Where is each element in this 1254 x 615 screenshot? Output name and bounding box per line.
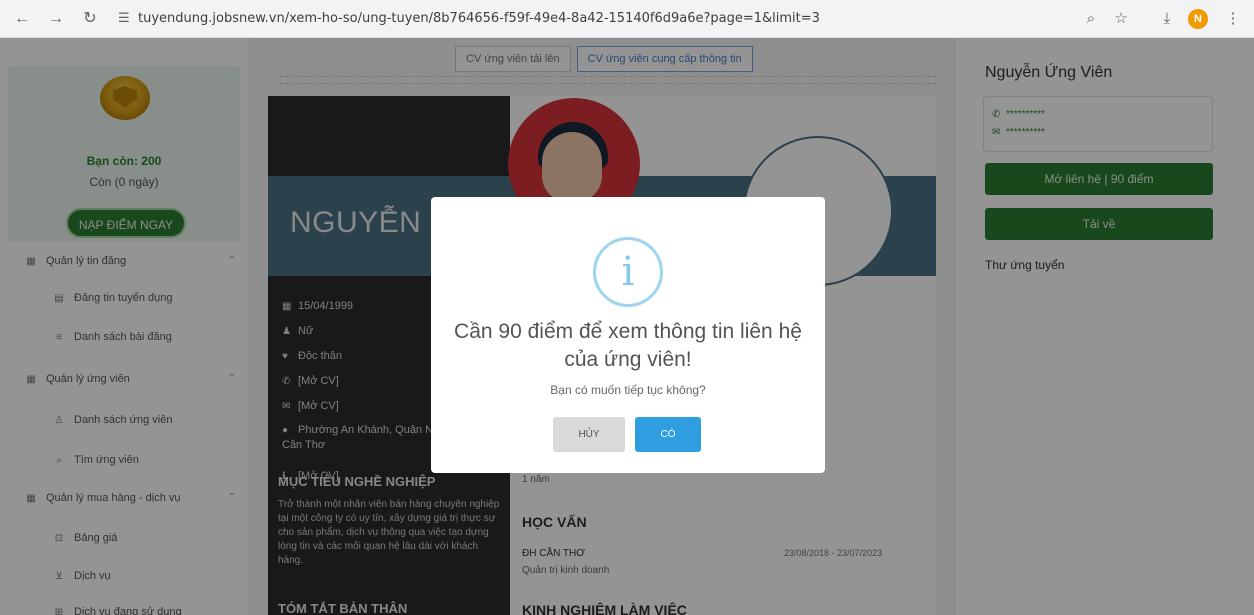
download-icon[interactable]: ⤓	[1156, 9, 1178, 29]
back-arrow-icon[interactable]: ←	[12, 9, 32, 29]
info-icon: i	[593, 237, 663, 307]
site-settings-icon[interactable]: ☰	[118, 6, 132, 32]
reload-icon[interactable]: ↻	[80, 9, 100, 29]
confirm-button[interactable]: CÓ	[635, 417, 701, 452]
url-text: tuyendung.jobsnew.vn/xem-ho-so/ung-tuyen…	[138, 11, 820, 26]
forward-arrow-icon[interactable]: →	[46, 9, 66, 29]
dialog-message: Bạn có muốn tiếp tục không?	[550, 383, 706, 397]
bookmark-star-icon[interactable]: ☆	[1110, 9, 1132, 29]
confirm-dialog: i Cần 90 điểm để xem thông tin liên hệ c…	[431, 197, 825, 473]
browser-toolbar: ← → ↻ ☰ tuyendung.jobsnew.vn/xem-ho-so/un…	[0, 0, 1254, 38]
profile-avatar[interactable]: N	[1188, 9, 1208, 29]
dialog-title: Cần 90 điểm để xem thông tin liên hệ của…	[454, 320, 802, 371]
address-bar[interactable]: ☰ tuyendung.jobsnew.vn/xem-ho-so/ung-tuye…	[118, 6, 1118, 32]
cancel-button[interactable]: HỦY	[553, 417, 625, 452]
zoom-icon[interactable]: ⌕	[1080, 9, 1102, 29]
more-menu-icon[interactable]: ⋮	[1222, 9, 1244, 29]
